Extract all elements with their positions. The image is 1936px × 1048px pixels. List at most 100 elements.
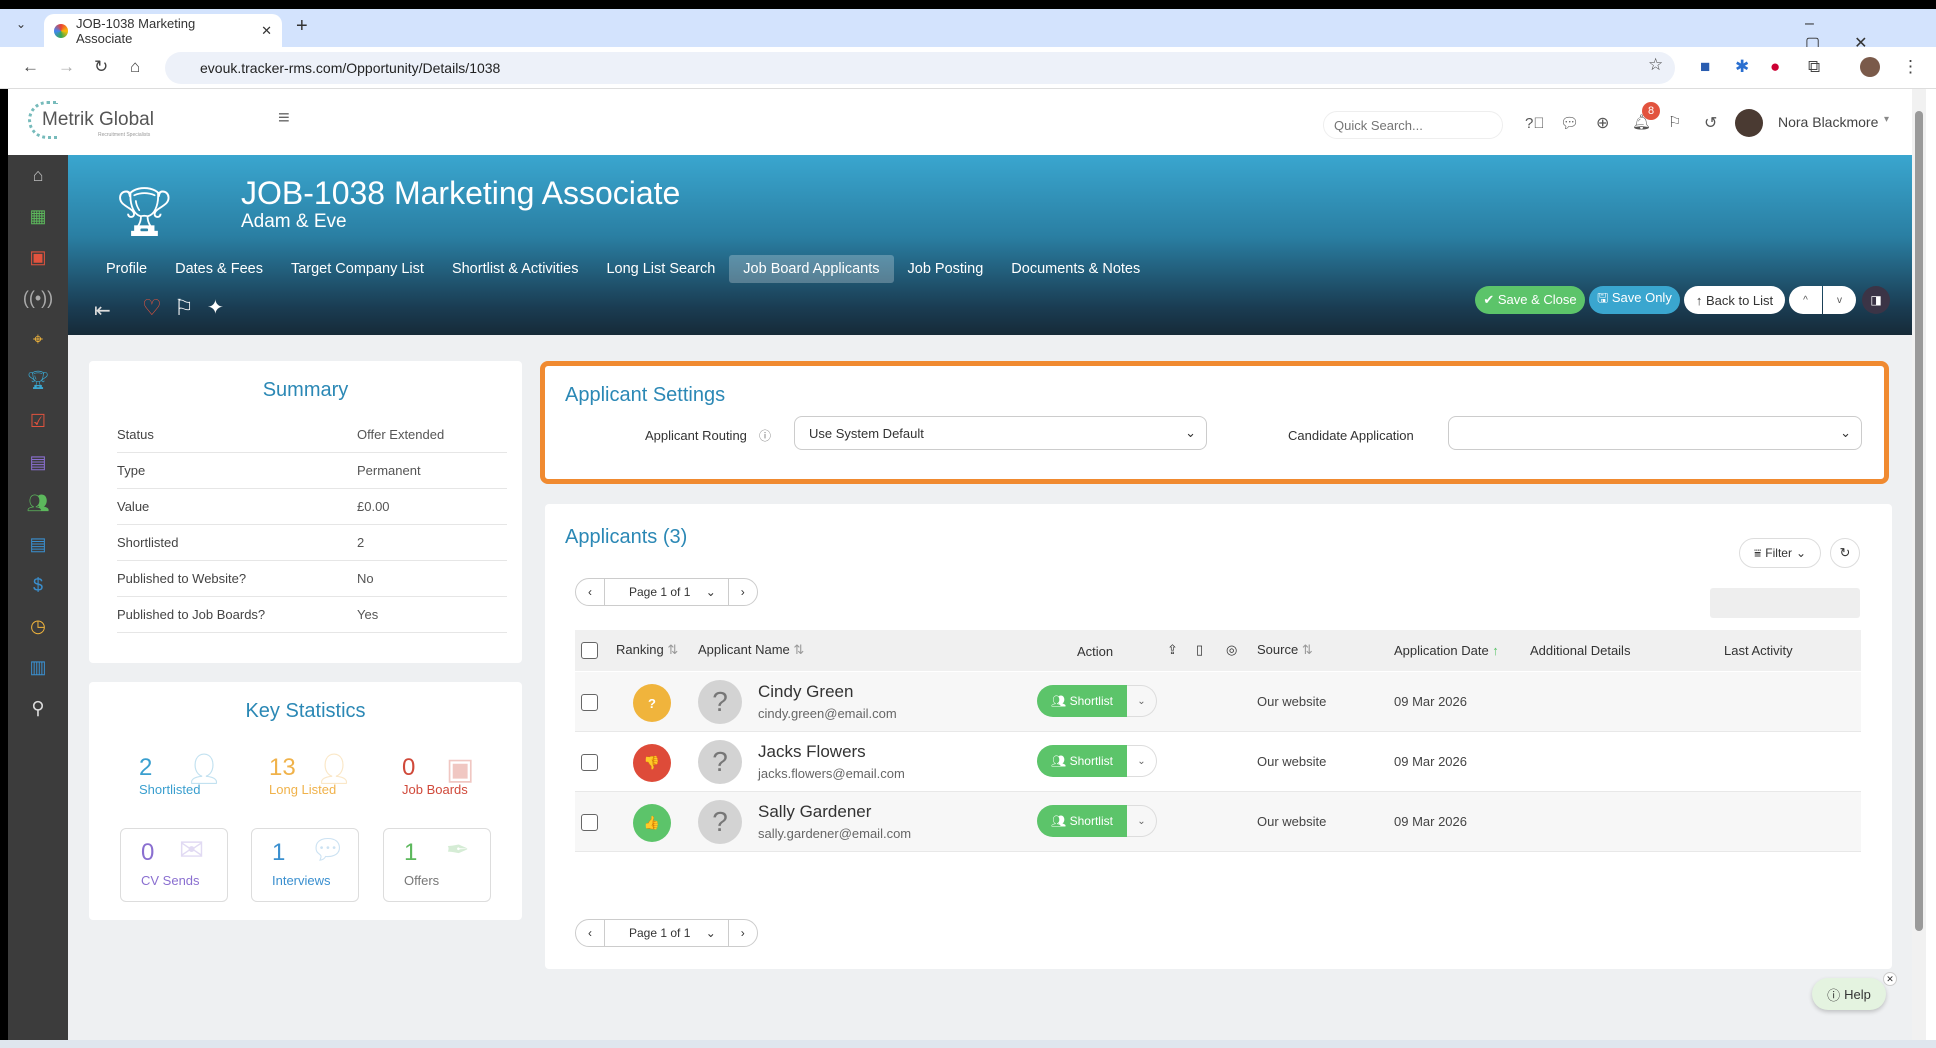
people-icon[interactable]: 👥︎ — [8, 493, 68, 514]
new-tab-icon[interactable]: + — [296, 15, 308, 38]
broadcast-icon[interactable]: ((•)) — [8, 288, 68, 309]
action-dropdown-button[interactable]: ⌄ — [1127, 745, 1157, 777]
row-checkbox[interactable] — [581, 694, 598, 711]
action-dropdown-button[interactable]: ⌄ — [1127, 805, 1157, 837]
table-row[interactable]: 👎 ? Jacks Flowers jacks.flowers@email.co… — [575, 732, 1861, 792]
shortlist-button[interactable]: 👥︎ Shortlist — [1037, 685, 1127, 717]
briefcase-icon[interactable]: ▤ — [8, 452, 68, 473]
filter-button[interactable]: ⩸ Filter ⌄ — [1739, 538, 1821, 568]
url-input[interactable]: evouk.tracker-rms.com/Opportunity/Detail… — [165, 52, 1675, 84]
applicant-name[interactable]: Sally Gardener — [758, 802, 871, 822]
add-icon[interactable]: ⊕ — [1596, 113, 1609, 133]
search-icon[interactable]: ⚲ — [8, 698, 68, 719]
flag-icon[interactable]: ⚐ — [1668, 113, 1681, 131]
flag-icon[interactable]: ⚐ — [174, 295, 194, 321]
select-all-checkbox[interactable] — [581, 642, 598, 659]
home-icon[interactable]: ⌂ — [8, 165, 68, 186]
help-icon[interactable]: ?⃝ — [1525, 115, 1545, 132]
stat-shortlisted[interactable]: 2 Shortlisted 👤︎ — [139, 753, 223, 797]
reload-icon[interactable]: ↻ — [94, 57, 108, 77]
save-close-button[interactable]: ✔ Save & Close — [1475, 286, 1585, 314]
tab-documents-notes[interactable]: Documents & Notes — [997, 255, 1154, 283]
tab-shortlist-activities[interactable]: Shortlist & Activities — [438, 255, 593, 283]
trophy-icon[interactable]: 🏆︎ — [8, 370, 68, 391]
contacts-icon[interactable]: ▣ — [8, 247, 68, 268]
logo[interactable]: Metrik Global — [42, 109, 154, 131]
table-row[interactable]: ? ? Cindy Green cindy.green@email.com 👥︎… — [575, 672, 1861, 732]
companies-icon[interactable]: ▦ — [8, 206, 68, 227]
back-to-list-button[interactable]: ↑ Back to List — [1684, 286, 1785, 314]
target-icon[interactable]: ⌖ — [8, 329, 68, 350]
ranking-badge[interactable]: 👎 — [633, 744, 671, 782]
next-record-button[interactable]: v — [1823, 286, 1856, 314]
row-checkbox[interactable] — [581, 814, 598, 831]
user-menu[interactable]: Nora Blackmore — [1778, 114, 1878, 130]
prev-page-button[interactable]: ‹ — [576, 579, 604, 605]
ranking-badge[interactable]: ? — [633, 684, 671, 722]
stat-cv-sends[interactable]: 0 CV Sends ✉ — [120, 828, 228, 902]
tab-list-chevron-icon[interactable]: ⌄ — [16, 17, 26, 31]
stat-long-listed[interactable]: 13 Long Listed 👤︎ — [269, 753, 353, 797]
extension-icon[interactable]: ● — [1770, 57, 1780, 77]
column-ranking[interactable]: Ranking ⇅ — [616, 642, 678, 658]
action-dropdown-button[interactable]: ⌄ — [1127, 685, 1157, 717]
applicant-routing-select[interactable]: Use System Default ⌄ — [794, 416, 1207, 450]
profile-avatar[interactable] — [1860, 57, 1880, 77]
page-select[interactable]: Page 1 of 1 ⌄ — [604, 920, 728, 946]
page-select[interactable]: Page 1 of 1 ⌄ — [604, 579, 728, 605]
info-icon[interactable]: ⓘ — [759, 427, 771, 444]
applicant-email[interactable]: jacks.flowers@email.com — [758, 766, 905, 781]
tab-profile[interactable]: Profile — [92, 255, 161, 283]
page-scrollbar[interactable] — [1912, 89, 1926, 1040]
panel-toggle-button[interactable]: ◨ — [1862, 286, 1890, 314]
back-icon[interactable]: ← — [22, 57, 39, 77]
browser-tab[interactable]: JOB-1038 Marketing Associate ✕ — [44, 14, 282, 47]
ranking-badge[interactable]: 👍 — [633, 804, 671, 842]
scrollbar-thumb[interactable] — [1915, 111, 1923, 931]
save-only-button[interactable]: 🖫 Save Only — [1589, 286, 1680, 314]
help-close-icon[interactable]: ✕ — [1883, 972, 1897, 986]
shortlist-button[interactable]: 👥︎ Shortlist — [1037, 745, 1127, 777]
stat-offers[interactable]: 1 Offers ✒ — [383, 828, 491, 902]
column-applicant-name[interactable]: Applicant Name ⇅ — [698, 642, 804, 658]
user-avatar[interactable] — [1735, 109, 1763, 137]
prev-page-button[interactable]: ‹ — [576, 920, 604, 946]
reports-chart-icon[interactable]: ▥ — [8, 657, 68, 678]
stat-interviews[interactable]: 1 Interviews 💬︎ — [251, 828, 359, 902]
outdent-icon[interactable]: ⇤ — [94, 298, 111, 323]
document-icon[interactable]: ▤ — [8, 534, 68, 555]
tab-job-posting[interactable]: Job Posting — [894, 255, 998, 283]
previous-record-button[interactable]: ^ — [1789, 286, 1822, 314]
tab-dates-fees[interactable]: Dates & Fees — [161, 255, 277, 283]
chat-icon[interactable]: 💬︎ — [1560, 114, 1579, 132]
next-page-button[interactable]: › — [727, 920, 757, 946]
tab-long-list-search[interactable]: Long List Search — [592, 255, 729, 283]
column-application-date[interactable]: Application Date ↑ — [1394, 643, 1499, 658]
user-caret-icon[interactable]: ▾ — [1884, 114, 1889, 125]
row-checkbox[interactable] — [581, 754, 598, 771]
shortlist-button[interactable]: 👥︎ Shortlist — [1037, 805, 1127, 837]
close-tab-icon[interactable]: ✕ — [261, 23, 272, 39]
applicant-email[interactable]: cindy.green@email.com — [758, 706, 897, 721]
extensions-puzzle-icon[interactable]: ⧉ — [1808, 57, 1820, 77]
pin-icon[interactable]: ✦ — [207, 295, 224, 320]
tab-target-company-list[interactable]: Target Company List — [277, 255, 438, 283]
forward-icon[interactable]: → — [58, 57, 75, 77]
table-search-input[interactable] — [1710, 588, 1860, 618]
applicant-email[interactable]: sally.gardener@email.com — [758, 826, 911, 841]
refresh-button[interactable]: ↻ — [1830, 538, 1860, 568]
finance-icon[interactable]: $ — [8, 575, 68, 596]
company-name[interactable]: Adam & Eve — [241, 211, 347, 233]
tab-job-board-applicants[interactable]: Job Board Applicants — [729, 255, 894, 283]
extension-icon[interactable]: ✱ — [1735, 57, 1749, 77]
help-button[interactable]: ⓘ Help — [1812, 978, 1886, 1010]
applicant-name[interactable]: Cindy Green — [758, 682, 853, 702]
clock-icon[interactable]: ◷ — [8, 616, 68, 637]
history-icon[interactable]: ↺ — [1704, 113, 1717, 133]
hamburger-menu-icon[interactable]: ≡ — [278, 107, 290, 130]
tasks-icon[interactable]: ☑ — [8, 411, 68, 432]
stat-job-boards[interactable]: 0 Job Boards ▣ — [402, 753, 474, 797]
applicant-name[interactable]: Jacks Flowers — [758, 742, 866, 762]
column-source[interactable]: Source ⇅ — [1257, 642, 1313, 658]
home-icon[interactable]: ⌂ — [130, 57, 140, 77]
